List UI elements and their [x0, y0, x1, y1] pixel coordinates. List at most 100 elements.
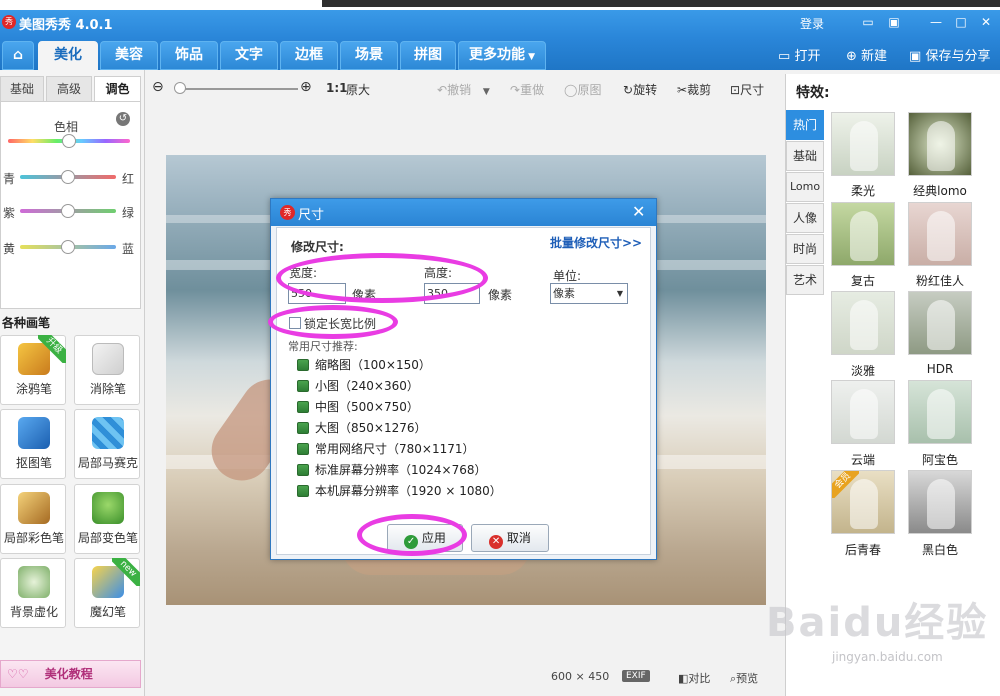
effects-tab-portrait[interactable]: 人像	[786, 203, 824, 233]
image-icon	[297, 464, 309, 476]
resize-button[interactable]: ⊡尺寸	[730, 81, 764, 98]
window-top-strip	[0, 0, 1000, 10]
effect-thumbnail[interactable]	[908, 112, 972, 176]
chevron-down-icon[interactable]: ▼	[483, 87, 490, 97]
redo-button[interactable]: ↷重做	[510, 81, 544, 98]
local-recolor-brush-button[interactable]: 局部变色笔	[74, 484, 140, 554]
effect-thumbnail[interactable]	[908, 202, 972, 266]
exif-button[interactable]: EXIF	[622, 670, 650, 682]
effects-tab-art[interactable]: 艺术	[786, 265, 824, 295]
tab-text[interactable]: 文字	[220, 41, 278, 70]
effect-thumbnail[interactable]: 会员	[831, 470, 895, 534]
highlight-apply	[357, 514, 467, 556]
tab-more[interactable]: 更多功能 ▼	[458, 41, 546, 70]
skin-icon[interactable]: ▣	[886, 14, 902, 30]
effects-tab-lomo[interactable]: Lomo	[786, 172, 824, 202]
original-image-button[interactable]: ◯原图	[564, 81, 601, 98]
tab-advanced[interactable]: 高级	[46, 76, 92, 102]
zoom-slider-track[interactable]	[176, 88, 298, 90]
preset-large[interactable]: 大图（850×1276）	[297, 419, 427, 436]
tab-scene[interactable]: 场景	[340, 41, 398, 70]
cutout-pen-icon	[18, 417, 50, 449]
yellow-blue-knob[interactable]	[61, 240, 75, 254]
preset-standard-screen[interactable]: 标准屏幕分辨率（1024×768）	[297, 461, 487, 478]
dialog-close-icon[interactable]: ✕	[632, 202, 645, 221]
original-size-button[interactable]: 原大	[346, 81, 370, 98]
zoom-ratio[interactable]: 1:1	[326, 81, 348, 95]
blue-label: 蓝	[122, 242, 135, 256]
compare-button[interactable]: ◧对比	[678, 670, 710, 686]
new-button[interactable]: ⊕ 新建	[846, 45, 887, 64]
tab-basic[interactable]: 基础	[0, 76, 44, 102]
reset-icon[interactable]: ↺	[116, 112, 130, 126]
blur-icon	[18, 566, 50, 598]
effect-label: 经典lomo	[913, 184, 967, 198]
cyan-red-knob[interactable]	[61, 170, 75, 184]
effects-tab-fashion[interactable]: 时尚	[786, 234, 824, 264]
cutout-brush-button[interactable]: 抠图笔	[0, 409, 66, 479]
doodle-brush-label: 涂鸦笔	[15, 382, 52, 396]
tab-accessories[interactable]: 饰品	[160, 41, 218, 70]
preset-small[interactable]: 小图（240×360）	[297, 377, 419, 394]
eraser-brush-button[interactable]: 消除笔	[74, 335, 140, 405]
cancel-button[interactable]: ✕ 取消	[471, 524, 549, 552]
effects-tab-basic[interactable]: 基础	[786, 141, 824, 171]
chat-icon[interactable]: ▭	[860, 14, 876, 30]
effect-label: 复古	[850, 274, 875, 288]
preset-web[interactable]: 常用网络尺寸（780×1171）	[297, 440, 475, 457]
hue-slider-knob[interactable]	[62, 134, 76, 148]
redo-label: 重做	[520, 83, 545, 97]
tab-beautify[interactable]: 美化	[38, 41, 98, 70]
tab-more-label: 更多功能	[468, 47, 525, 63]
zoom-out-icon[interactable]: ⊖	[152, 79, 164, 95]
tab-border[interactable]: 边框	[280, 41, 338, 70]
save-icon: ▣	[909, 49, 922, 64]
preset-label: 中图（500×750）	[315, 400, 419, 414]
preset-native-screen[interactable]: 本机屏幕分辨率（1920 × 1080）	[297, 482, 502, 499]
login-link[interactable]: 登录	[800, 15, 824, 32]
rotate-button[interactable]: ↻旋转	[623, 81, 657, 98]
effect-thumbnail[interactable]	[908, 380, 972, 444]
minimize-icon[interactable]: —	[928, 14, 944, 30]
crop-button[interactable]: ✂裁剪	[677, 81, 711, 98]
zoom-in-icon[interactable]: ⊕	[300, 79, 312, 95]
mosaic-icon	[92, 417, 124, 449]
preset-medium[interactable]: 中图（500×750）	[297, 398, 419, 415]
open-button[interactable]: ▭ 打开	[778, 45, 820, 64]
save-share-button[interactable]: ▣ 保存与分享	[909, 45, 990, 64]
undo-label: 撤销	[447, 83, 472, 97]
mosaic-brush-button[interactable]: 局部马赛克	[74, 409, 140, 479]
preview-button[interactable]: ⌕预览	[730, 670, 758, 686]
magenta-green-knob[interactable]	[61, 204, 75, 218]
tab-color-adjust[interactable]: 调色	[94, 76, 141, 102]
effect-thumbnail[interactable]	[908, 470, 972, 534]
batch-resize-link[interactable]: 批量修改尺寸>>	[550, 234, 642, 251]
effect-thumbnail[interactable]	[831, 291, 895, 355]
maximize-icon[interactable]: □	[953, 14, 969, 30]
effect-thumbnail[interactable]	[831, 202, 895, 266]
hue-label: 色相	[54, 120, 79, 134]
effect-thumbnail[interactable]	[831, 112, 895, 176]
tab-retouch[interactable]: 美容	[100, 41, 158, 70]
effect-thumbnail[interactable]	[908, 291, 972, 355]
background-blur-button[interactable]: 背景虚化	[0, 558, 66, 628]
beautify-tutorial-button[interactable]: ♡♡ 美化教程	[0, 660, 141, 688]
unit-select[interactable]: 像素 ▼	[550, 283, 628, 304]
magic-brush-button[interactable]: 魔幻笔 new	[74, 558, 140, 628]
effect-thumbnail[interactable]	[831, 380, 895, 444]
green-label: 绿	[122, 206, 135, 220]
magic-brush-label: 魔幻笔	[89, 605, 126, 619]
preset-thumbnail[interactable]: 缩略图（100×150）	[297, 356, 431, 373]
eraser-label: 消除笔	[89, 382, 126, 396]
image-icon	[297, 401, 309, 413]
close-icon[interactable]: ✕	[978, 14, 994, 30]
tab-collage[interactable]: 拼图	[400, 41, 456, 70]
paintbrush-icon	[18, 492, 50, 524]
effects-tab-hot[interactable]: 热门	[786, 110, 824, 140]
home-tab[interactable]: ⌂	[2, 41, 34, 70]
zoom-slider-knob[interactable]	[174, 82, 186, 94]
undo-button[interactable]: ↶撤销 ▼	[437, 81, 490, 98]
new-label: 新建	[861, 49, 888, 64]
local-color-brush-button[interactable]: 局部彩色笔	[0, 484, 66, 554]
doodle-brush-button[interactable]: 涂鸦笔 升级	[0, 335, 66, 405]
